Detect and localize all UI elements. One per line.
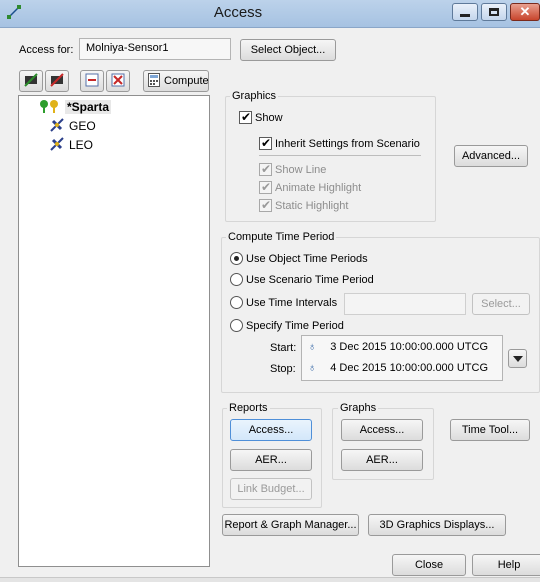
tree-item-label: *Sparta bbox=[65, 100, 112, 114]
maximize-icon bbox=[489, 8, 499, 16]
remove-all-access-button[interactable] bbox=[45, 70, 69, 92]
clock-icon: ♁ bbox=[308, 341, 317, 353]
start-time-field[interactable]: ♁ 3 Dec 2015 10:00:00.000 UTCG bbox=[308, 338, 488, 356]
intervals-select-button[interactable]: Select... bbox=[472, 293, 530, 315]
graphs-aer-button[interactable]: AER... bbox=[341, 449, 423, 471]
title-bar: Access ✕ bbox=[0, 0, 540, 28]
checkmark-icon: ✔ bbox=[261, 162, 272, 176]
calculator-icon bbox=[148, 72, 160, 90]
time-tool-button[interactable]: Time Tool... bbox=[450, 419, 530, 441]
specify-time-period-label: Specify Time Period bbox=[246, 320, 344, 332]
add-object-icon bbox=[84, 72, 100, 91]
satellite-remove-icon bbox=[49, 72, 65, 91]
reports-access-button[interactable]: Access... bbox=[230, 419, 312, 441]
start-time-value: 3 Dec 2015 10:00:00.000 UTCG bbox=[330, 341, 489, 353]
show-label: Show bbox=[255, 112, 283, 124]
minimize-button[interactable] bbox=[452, 3, 478, 21]
show-line-label: Show Line bbox=[275, 164, 327, 176]
tree-item-label: GEO bbox=[69, 119, 96, 133]
object-tree[interactable]: *Sparta GEO LEO bbox=[18, 95, 210, 567]
start-label: Start: bbox=[270, 342, 297, 354]
chevron-down-icon bbox=[512, 355, 523, 362]
close-icon: ✕ bbox=[519, 4, 531, 19]
checkmark-icon: ✔ bbox=[241, 110, 252, 124]
stop-time-field[interactable]: ♁ 4 Dec 2015 10:00:00.000 UTCG bbox=[308, 359, 488, 377]
animate-highlight-checkbox[interactable]: ✔ bbox=[259, 180, 272, 194]
show-line-checkbox[interactable]: ✔ bbox=[259, 162, 272, 176]
status-strip bbox=[0, 577, 540, 582]
inherit-separator bbox=[259, 155, 421, 156]
animate-highlight-label: Animate Highlight bbox=[275, 182, 362, 194]
use-object-time-radio[interactable] bbox=[230, 252, 243, 265]
checkmark-icon: ✔ bbox=[261, 180, 272, 194]
inherit-settings-checkbox[interactable]: ✔ bbox=[259, 136, 272, 150]
access-for-label: Access for: bbox=[19, 44, 74, 56]
minimize-icon bbox=[460, 13, 470, 17]
add-object-button[interactable] bbox=[80, 70, 104, 92]
graphics-group-title: Graphics bbox=[230, 90, 279, 102]
advanced-button[interactable]: Advanced... bbox=[454, 145, 528, 167]
report-graph-manager-button[interactable]: Report & Graph Manager... bbox=[222, 514, 359, 536]
maximize-button[interactable] bbox=[481, 3, 507, 21]
window-title: Access bbox=[213, 4, 263, 21]
specify-time-period-radio[interactable] bbox=[230, 319, 243, 332]
show-all-access-button[interactable] bbox=[19, 70, 43, 92]
close-window-button[interactable]: ✕ bbox=[510, 3, 540, 21]
tree-item-sparta[interactable]: *Sparta bbox=[39, 98, 112, 117]
use-scenario-time-label: Use Scenario Time Period bbox=[246, 274, 374, 286]
checkmark-icon: ✔ bbox=[261, 198, 272, 212]
3d-graphics-displays-button[interactable]: 3D Graphics Displays... bbox=[368, 514, 506, 536]
facility-icon bbox=[39, 98, 61, 117]
use-object-time-label: Use Object Time Periods bbox=[246, 253, 368, 265]
satellite-access-icon bbox=[23, 72, 39, 91]
graphs-access-button[interactable]: Access... bbox=[341, 419, 423, 441]
static-highlight-label: Static Highlight bbox=[275, 200, 349, 212]
show-checkbox[interactable]: ✔ bbox=[239, 110, 252, 124]
tree-item-label: LEO bbox=[69, 138, 94, 152]
remove-object-button[interactable] bbox=[106, 70, 130, 92]
select-object-button[interactable]: Select Object... bbox=[240, 39, 336, 61]
inherit-settings-label: Inherit Settings from Scenario bbox=[275, 138, 420, 150]
stop-label: Stop: bbox=[270, 363, 296, 375]
link-budget-button[interactable]: Link Budget... bbox=[230, 478, 312, 500]
time-period-dropdown-button[interactable] bbox=[508, 349, 527, 368]
compute-time-period-title: Compute Time Period bbox=[226, 231, 337, 243]
remove-object-icon bbox=[110, 72, 126, 91]
stop-time-value: 4 Dec 2015 10:00:00.000 UTCG bbox=[330, 362, 489, 374]
tree-item-leo[interactable]: LEO bbox=[49, 136, 93, 154]
radio-selected-dot bbox=[234, 256, 239, 261]
time-intervals-field[interactable] bbox=[344, 293, 466, 315]
use-time-intervals-radio[interactable] bbox=[230, 296, 243, 309]
reports-group-title: Reports bbox=[227, 402, 270, 414]
compute-button[interactable]: Compute bbox=[143, 70, 209, 92]
graphs-group-title: Graphs bbox=[338, 402, 379, 414]
reports-aer-button[interactable]: AER... bbox=[230, 449, 312, 471]
close-button[interactable]: Close bbox=[392, 554, 466, 576]
static-highlight-checkbox[interactable]: ✔ bbox=[259, 198, 272, 212]
satellite-icon bbox=[49, 136, 65, 155]
tree-item-geo[interactable]: GEO bbox=[49, 117, 96, 135]
clock-icon: ♁ bbox=[308, 362, 317, 374]
access-for-field: Molniya-Sensor1 bbox=[79, 38, 231, 60]
satellite-icon bbox=[49, 117, 65, 136]
checkmark-icon: ✔ bbox=[261, 136, 272, 150]
help-button[interactable]: Help bbox=[472, 554, 540, 576]
compute-label: Compute bbox=[164, 75, 209, 87]
use-scenario-time-radio[interactable] bbox=[230, 273, 243, 286]
use-time-intervals-label: Use Time Intervals bbox=[246, 297, 338, 309]
